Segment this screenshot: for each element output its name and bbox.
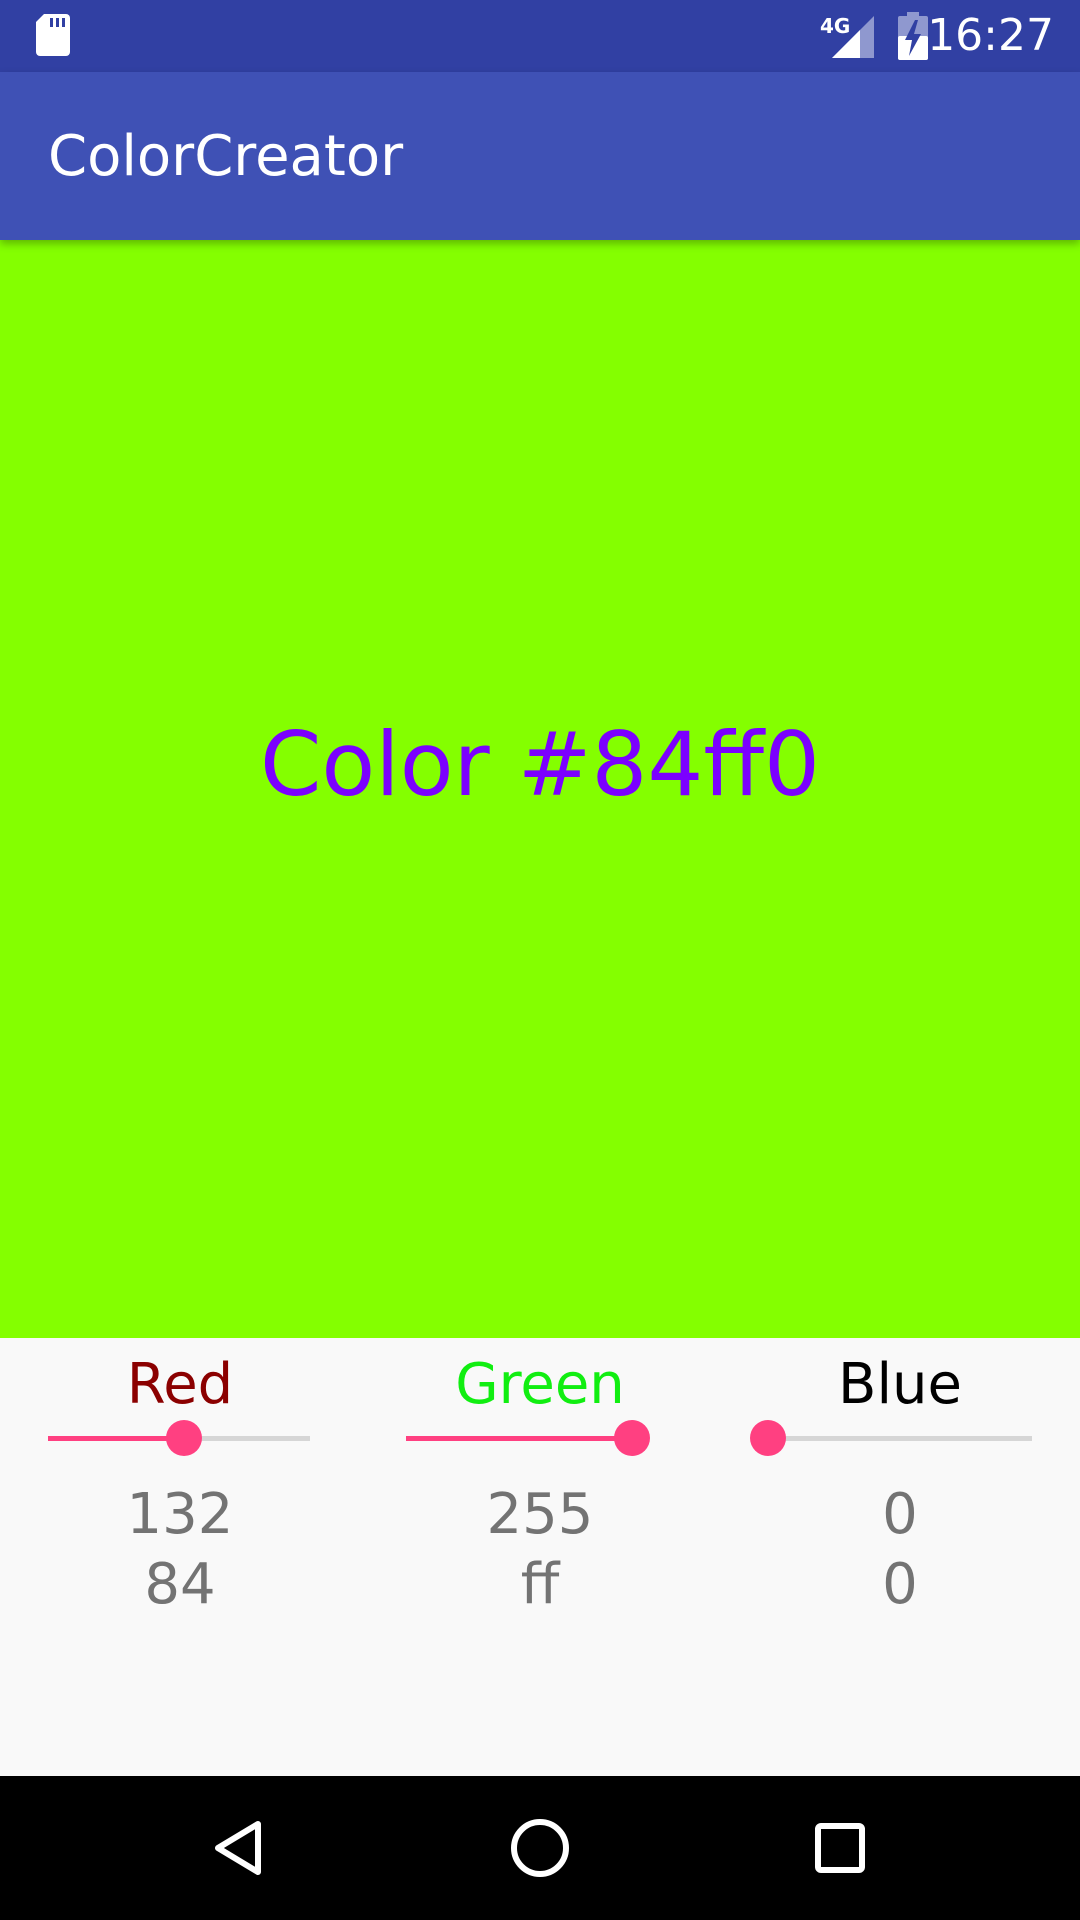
rgb-controls: Red 132 84 Green 255 ff Blue 0 0 (0, 1338, 1080, 1776)
color-preview: Color #84ff0 (0, 240, 1080, 1338)
recents-icon[interactable] (804, 1812, 876, 1884)
blue-slider[interactable] (750, 1408, 1032, 1468)
slider-thumb[interactable] (165, 1420, 202, 1456)
sd-card-icon (36, 14, 70, 56)
red-channel: Red 132 84 (0, 1338, 360, 1638)
battery-charging-icon (898, 12, 928, 60)
green-channel: Green 255 ff (360, 1338, 720, 1638)
color-hex-label: Color #84ff0 (259, 712, 821, 816)
blue-decimal-value: 0 (882, 1482, 918, 1547)
slider-thumb[interactable] (614, 1420, 650, 1456)
green-hex-value: ff (520, 1552, 560, 1617)
status-bar: 4G 16:27 (0, 0, 1080, 72)
status-clock: 16:27 (927, 10, 1054, 61)
green-decimal-value: 255 (486, 1482, 594, 1547)
red-decimal-value: 132 (126, 1482, 234, 1547)
blue-channel: Blue 0 0 (720, 1338, 1080, 1638)
slider-track (768, 1436, 1032, 1441)
app-title: ColorCreator (48, 124, 404, 189)
navigation-bar (0, 1776, 1080, 1920)
slider-fill (48, 1436, 184, 1441)
slider-thumb[interactable] (750, 1420, 786, 1456)
cellular-signal-icon (832, 16, 874, 58)
app-bar: ColorCreator (0, 72, 1080, 240)
back-icon[interactable] (204, 1812, 276, 1884)
slider-fill (406, 1436, 632, 1441)
red-slider[interactable] (48, 1408, 310, 1468)
red-hex-value: 84 (144, 1552, 216, 1617)
home-icon[interactable] (504, 1812, 576, 1884)
green-slider[interactable] (406, 1408, 650, 1468)
blue-hex-value: 0 (882, 1552, 918, 1617)
